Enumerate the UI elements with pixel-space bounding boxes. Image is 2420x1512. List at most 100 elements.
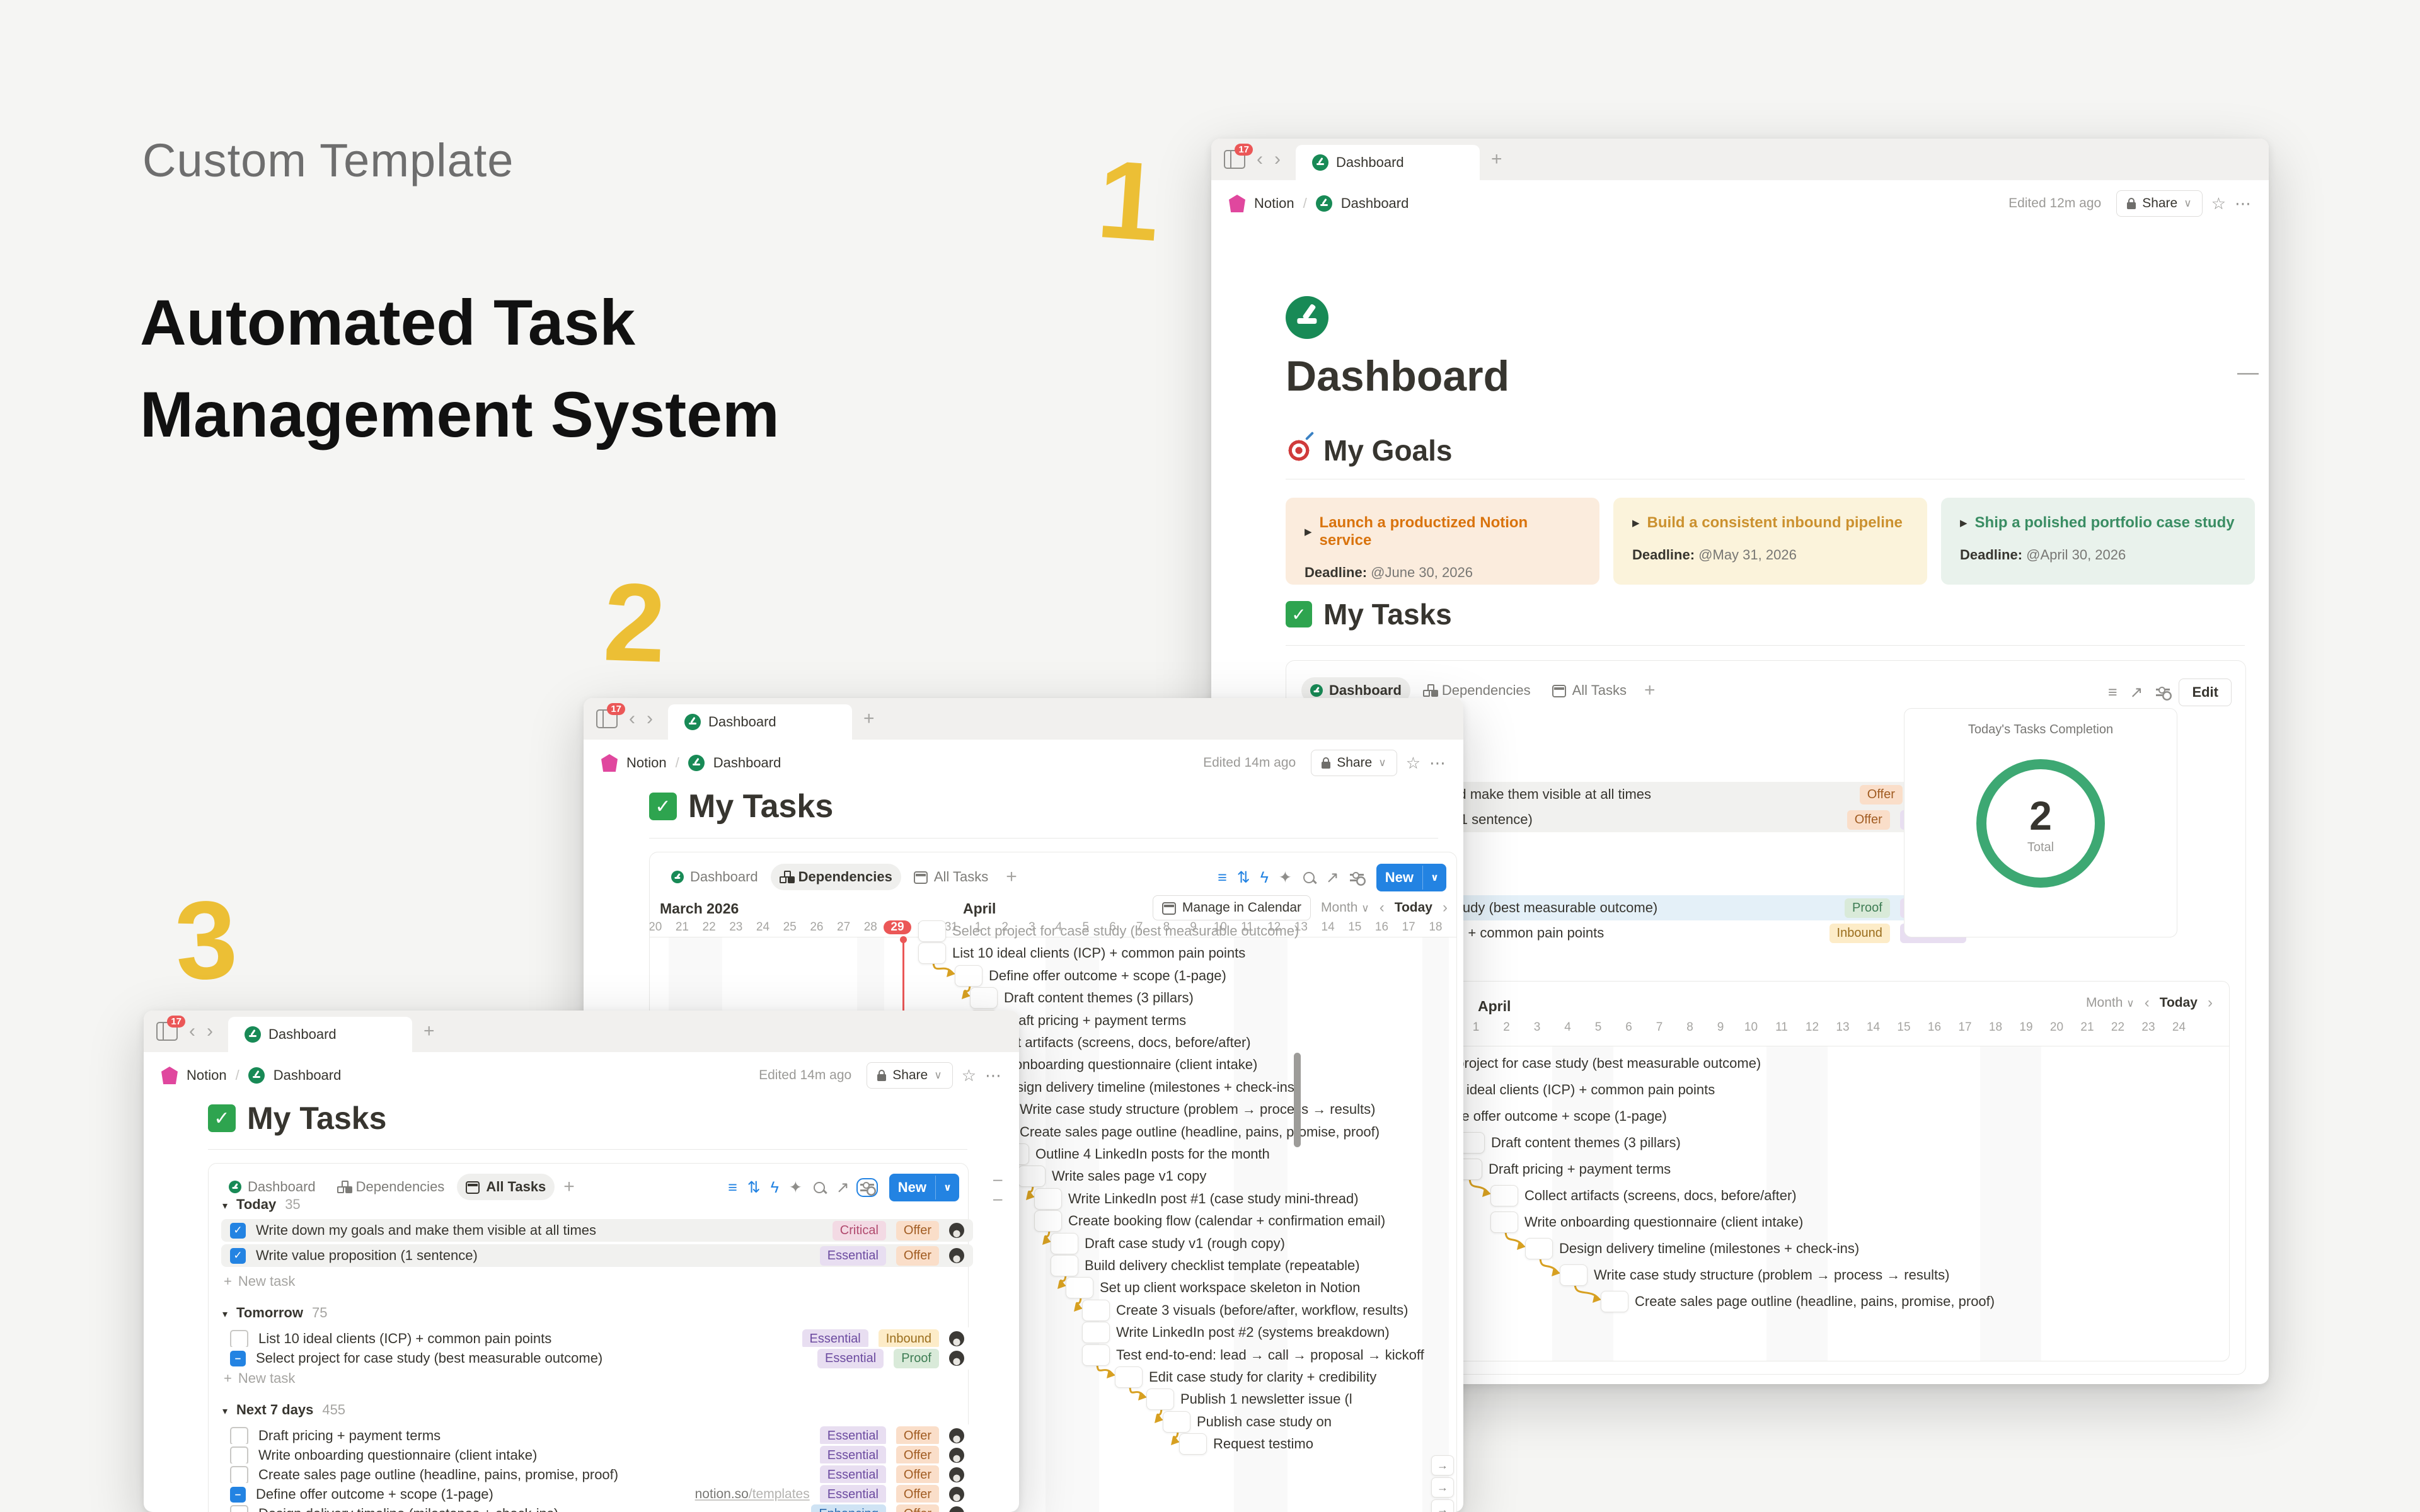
more-options-icon[interactable]: ⋯ [2235,194,2251,214]
breadcrumb-workspace[interactable]: Notion [1254,195,1294,212]
scrollbar[interactable] [1294,1053,1301,1147]
sliders-icon-active[interactable] [856,1178,878,1197]
breadcrumb-page[interactable]: Dashboard [713,755,781,771]
task-bar[interactable] [1018,1166,1046,1187]
task-bar[interactable] [918,942,946,964]
timeline-task[interactable]: Publish case study on [1163,1411,1332,1433]
add-view-icon[interactable]: + [558,1176,580,1198]
dependency-arrow-chip[interactable]: → [1431,1477,1454,1498]
checkbox-checked-icon[interactable]: ✓ [230,1222,246,1239]
timeline-task[interactable]: Test end-to-end: lead → call → proposal … [1082,1344,1424,1366]
task-bar[interactable] [1034,1210,1062,1232]
share-button[interactable]: Share ∨ [867,1062,953,1089]
chevron-left-icon[interactable]: ‹ [1380,900,1385,915]
timeline-task[interactable]: Draft case study v1 (rough copy) [1051,1233,1285,1254]
task-bar[interactable] [1066,1277,1093,1298]
new-tab-icon[interactable]: + [858,708,880,730]
task-bar[interactable] [970,987,998,1009]
timeline-task[interactable]: Draft content themes (3 pillars) [1457,1132,1681,1154]
edit-button[interactable]: Edit [2179,679,2232,706]
assignee-avatar[interactable] [949,1248,964,1263]
toggle-icon[interactable]: ▶ [1960,517,1968,529]
assignee-avatar[interactable] [949,1448,964,1463]
task-bar[interactable] [1525,1238,1553,1259]
goal-card[interactable]: ▶ Launch a productized Notion service Dead… [1286,498,1599,585]
checkbox-checked-icon[interactable]: ✓ [230,1247,246,1264]
wand-icon[interactable]: ✦ [1274,868,1296,887]
list-item[interactable]: Design delivery timeline (milestones + c… [221,1503,973,1512]
assignee-avatar[interactable] [949,1467,964,1482]
assignee-avatar[interactable] [949,1223,964,1238]
new-tab-icon[interactable]: + [1486,149,1507,170]
view-tab-all-tasks[interactable]: All Tasks [1543,677,1635,704]
task-bar[interactable] [1082,1344,1110,1366]
triangle-down-icon[interactable]: ▾ [222,1308,228,1320]
timeline-task[interactable]: Request testimo [1179,1433,1313,1455]
assignee-avatar[interactable] [949,1506,964,1512]
task-bar[interactable] [1082,1322,1110,1343]
chevron-right-icon[interactable]: › [1274,150,1281,169]
chevron-right-icon[interactable]: › [647,709,653,728]
task-bar[interactable] [955,965,982,987]
checkbox-icon[interactable] [230,1504,248,1512]
assignee-avatar[interactable] [949,1428,964,1443]
triangle-down-icon[interactable]: ▾ [222,1405,228,1418]
sort-icon[interactable]: ⇅ [743,1178,765,1197]
assignee-avatar[interactable] [949,1487,964,1502]
timeline-task[interactable]: Write case study structure (problem → pr… [1560,1264,1949,1286]
timeline-task[interactable]: Select project for case study (best meas… [918,920,1299,942]
sidebar-toggle-icon[interactable]: 17 [156,1016,185,1041]
timeline-task[interactable]: Create booking flow (calendar + confirma… [1034,1210,1385,1232]
timeline-task[interactable]: Write onboarding questionnaire (client i… [1490,1211,1803,1233]
today-button[interactable]: Today [1395,900,1432,915]
task-bar[interactable] [1034,1188,1062,1210]
checkbox-icon[interactable] [230,1329,248,1348]
list-item[interactable]: ✓ Write down my goals and make them visib… [221,1219,973,1242]
list-item[interactable]: – Select project for case study (best mea… [221,1347,973,1370]
dependency-arrow-chip[interactable]: → [1431,1455,1454,1475]
collapse-icon[interactable]: — [2237,360,2259,385]
timeline-task[interactable]: Draft content themes (3 pillars) [970,987,1194,1009]
timeline-task[interactable]: Write sales page v1 copy [1018,1166,1206,1187]
timeline-task[interactable]: Edit case study for clarity + credibilit… [1115,1366,1376,1388]
assignee-avatar[interactable] [949,1331,964,1346]
breadcrumb-workspace[interactable]: Notion [626,755,667,771]
favorite-star-icon[interactable]: ☆ [962,1066,976,1085]
chevron-right-icon[interactable]: › [2208,995,2213,1011]
sliders-icon[interactable] [2156,687,2170,698]
drag-handle-icon[interactable]: – – [993,1169,1002,1208]
share-button[interactable]: Share ∨ [2116,190,2203,217]
timeline-task[interactable]: Write case study structure (problem → pr… [986,1099,1375,1120]
checkbox-indeterminate-icon[interactable]: – [230,1350,246,1366]
timeline-task[interactable]: Create sales page outline (headline, pai… [1601,1291,1995,1312]
new-button[interactable]: New ∨ [889,1174,959,1201]
section-header-tomorrow[interactable]: ▾ Tomorrow 75 [222,1305,327,1321]
dependency-arrow-chip[interactable]: → [1431,1499,1454,1512]
tab-dashboard[interactable]: Dashboard [668,704,852,740]
section-header-next-7-days[interactable]: ▾ Next 7 days 455 [222,1402,345,1418]
share-button[interactable]: Share ∨ [1311,750,1397,776]
new-tab-icon[interactable]: + [418,1021,440,1042]
expand-icon[interactable]: ↗ [832,1178,854,1197]
toggle-icon[interactable]: ▶ [1305,526,1312,537]
tab-dashboard[interactable]: Dashboard [228,1017,412,1052]
breadcrumb-workspace[interactable]: Notion [187,1067,227,1084]
new-task-button[interactable]: + New task [224,1370,295,1387]
timeline-task[interactable]: Write LinkedIn post #2 (systems breakdow… [1082,1322,1390,1343]
favorite-star-icon[interactable]: ☆ [1406,753,1420,773]
chevron-left-icon[interactable]: ‹ [2145,995,2150,1011]
task-bar[interactable] [1146,1389,1174,1410]
sidebar-toggle-icon[interactable]: 17 [596,703,625,728]
sliders-icon[interactable] [1349,872,1364,883]
checkbox-indeterminate-icon[interactable]: – [230,1486,246,1503]
view-tab-all-tasks[interactable]: All Tasks [905,864,997,890]
new-button[interactable]: New ∨ [1376,864,1446,891]
timeline-task[interactable]: Write LinkedIn post #1 (case study mini-… [1034,1188,1359,1210]
toggle-icon[interactable]: ▶ [1632,517,1640,529]
timeline-task[interactable]: Design delivery timeline (milestones + c… [1525,1238,1859,1259]
task-bar[interactable] [1601,1291,1628,1312]
sort-icon[interactable]: ⇅ [1233,868,1255,887]
view-tab-dashboard[interactable]: Dashboard [662,864,767,890]
more-options-icon[interactable]: ⋯ [985,1066,1001,1085]
section-header-today[interactable]: ▾ Today 35 [222,1196,301,1213]
